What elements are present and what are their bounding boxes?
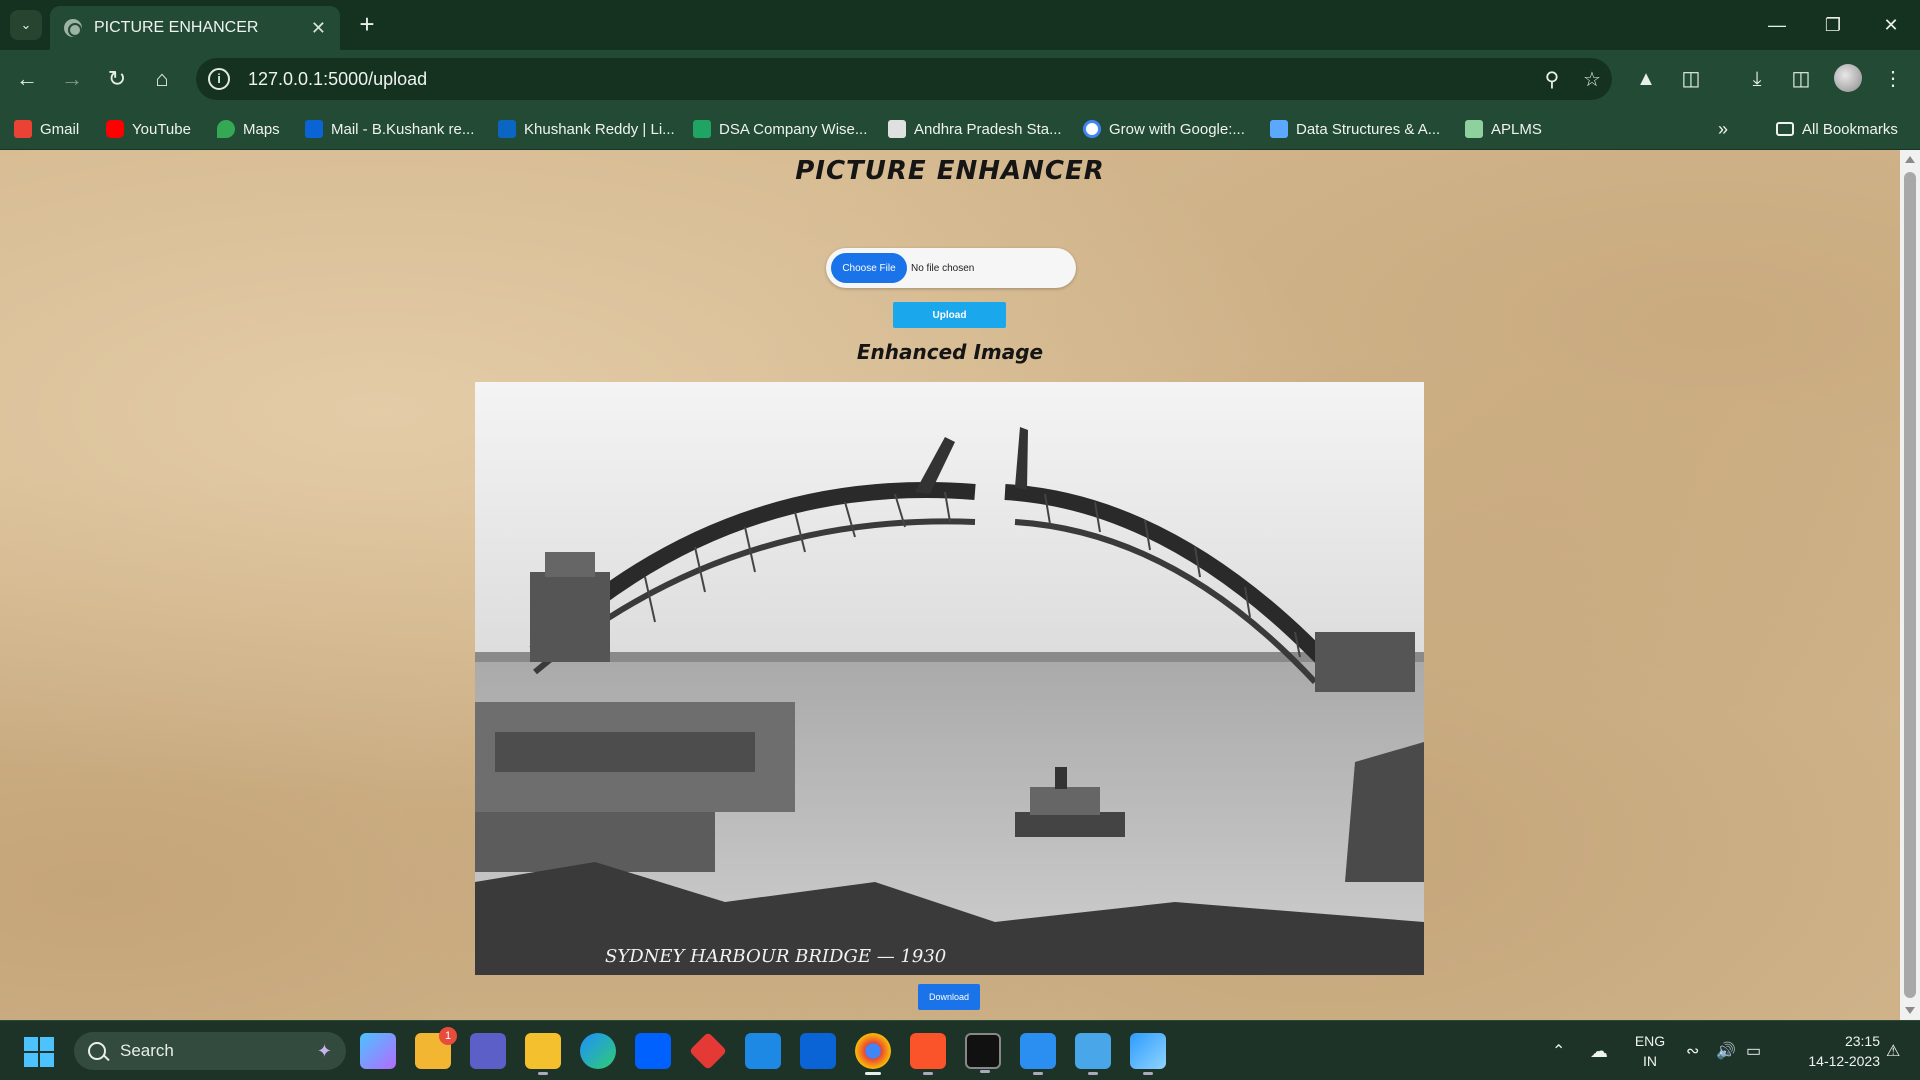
zoom-icon[interactable]: ⚲: [1532, 67, 1572, 92]
search-icon: [88, 1042, 106, 1060]
bookmark-grow-google[interactable]: Grow with Google:...: [1083, 117, 1245, 141]
side-panel-icon[interactable]: ◫: [1784, 62, 1818, 96]
maps-icon: [217, 120, 235, 138]
bookmark-aplms[interactable]: APLMS: [1465, 117, 1542, 141]
copilot-icon[interactable]: [360, 1033, 396, 1069]
restore-button[interactable]: ❐: [1808, 8, 1858, 42]
notification-badge: 1: [439, 1027, 457, 1045]
udemy-icon: [1270, 120, 1288, 138]
tab-search-button[interactable]: ⌄: [10, 10, 42, 40]
google-icon: [1083, 120, 1101, 138]
scroll-down-icon[interactable]: [1905, 1007, 1915, 1014]
bookmark-mail[interactable]: Mail - B.Kushank re...: [305, 117, 474, 141]
scroll-up-icon[interactable]: [1905, 156, 1915, 163]
forward-button[interactable]: →: [55, 62, 89, 96]
close-tab-icon[interactable]: ✕: [311, 18, 326, 39]
notifications-icon[interactable]: ⚠: [1886, 1021, 1900, 1080]
reload-button[interactable]: ↻: [100, 62, 134, 96]
taskbar-search[interactable]: Search ✦: [74, 1032, 346, 1070]
edge-icon[interactable]: [580, 1033, 616, 1069]
url-text: 127.0.0.1:5000/upload: [248, 68, 428, 89]
all-bookmarks-button[interactable]: All Bookmarks: [1776, 117, 1898, 141]
store-icon[interactable]: [800, 1033, 836, 1069]
photos-icon[interactable]: [1130, 1033, 1166, 1075]
dropbox-icon[interactable]: [635, 1033, 671, 1069]
browser-toolbar: ← → ↻ ⌂ i 127.0.0.1:5000/upload ⚲ ☆ ▲ ◫ …: [0, 50, 1920, 108]
download-button[interactable]: Download: [918, 984, 980, 1010]
scrollbar-thumb[interactable]: [1904, 172, 1916, 998]
enhanced-image: SYDNEY HARBOUR BRIDGE — 1930: [475, 382, 1424, 975]
upload-button[interactable]: Upload: [893, 302, 1006, 328]
tab-title: PICTURE ENHANCER: [94, 19, 259, 36]
address-bar[interactable]: i 127.0.0.1:5000/upload ⚲ ☆: [196, 58, 1612, 100]
mail-icon[interactable]: [745, 1033, 781, 1069]
sheets-icon: [693, 120, 711, 138]
page-content: PICTURE ENHANCER Choose File No file cho…: [0, 150, 1900, 1020]
globe-icon: [64, 19, 82, 37]
bookmarks-bar: Gmail YouTube Maps Mail - B.Kushank re..…: [0, 108, 1920, 150]
gmail-icon: [14, 120, 32, 138]
clock[interactable]: 23:15 14-12-2023: [1780, 1031, 1880, 1071]
chrome-icon[interactable]: [855, 1033, 891, 1075]
bookmark-data-structures[interactable]: Data Structures & A...: [1270, 117, 1440, 141]
onedrive-icon[interactable]: ☁: [1590, 1021, 1608, 1080]
vscode-icon[interactable]: [1020, 1033, 1056, 1075]
browser-tab[interactable]: PICTURE ENHANCER ✕: [50, 6, 340, 50]
more-bookmarks-chevron-icon[interactable]: »: [1718, 117, 1728, 141]
outlook-icon: [305, 120, 323, 138]
image-watermark: SYDNEY HARBOUR BRIDGE — 1930: [605, 946, 946, 967]
app-diamond-icon[interactable]: [688, 1031, 728, 1071]
language-indicator[interactable]: ENG IN: [1630, 1031, 1670, 1071]
linkedin-icon: [498, 120, 516, 138]
bookmark-gmail[interactable]: Gmail: [14, 117, 79, 141]
extensions-puzzle-icon[interactable]: ◫: [1674, 62, 1708, 96]
back-button[interactable]: ←: [10, 62, 44, 96]
brave-icon[interactable]: [910, 1033, 946, 1075]
bookmark-maps[interactable]: Maps: [217, 117, 280, 141]
page-title: PICTURE ENHANCER: [795, 156, 1105, 186]
menu-kebab-icon[interactable]: ⋮: [1876, 62, 1910, 96]
tray-chevron-icon[interactable]: ⌃: [1552, 1021, 1565, 1080]
windows-start-icon[interactable]: [24, 1037, 54, 1067]
aplms-icon: [1465, 120, 1483, 138]
minimize-button[interactable]: —: [1752, 8, 1802, 42]
volume-icon[interactable]: 🔊: [1716, 1021, 1736, 1080]
notepad-icon[interactable]: [1075, 1033, 1111, 1075]
home-button[interactable]: ⌂: [145, 62, 179, 96]
taskbar: Search ✦ 1 ⌃ ☁ ENG IN ∾ 🔊 ▭ 23:15 14-12-…: [0, 1020, 1920, 1080]
enhanced-image-heading: Enhanced Image: [856, 340, 1044, 364]
teams-icon[interactable]: [470, 1033, 506, 1069]
folder-icon: [1776, 122, 1794, 136]
bookmark-andhra[interactable]: Andhra Pradesh Sta...: [888, 117, 1062, 141]
new-tab-button[interactable]: +: [352, 10, 382, 40]
bookmark-dsa-sheet[interactable]: DSA Company Wise...: [693, 117, 867, 141]
close-window-button[interactable]: ✕: [1866, 8, 1916, 42]
profile-avatar[interactable]: [1834, 64, 1862, 92]
terminal-icon[interactable]: [965, 1033, 1001, 1073]
wifi-icon[interactable]: ∾: [1686, 1021, 1699, 1080]
file-explorer-icon[interactable]: [525, 1033, 561, 1075]
downloads-icon[interactable]: ⤓: [1740, 62, 1774, 96]
extension-triangle-icon[interactable]: ▲: [1629, 62, 1663, 96]
bookmark-star-icon[interactable]: ☆: [1572, 67, 1612, 92]
battery-icon[interactable]: ▭: [1746, 1021, 1761, 1080]
page-scrollbar[interactable]: [1900, 150, 1920, 1020]
choose-file-button[interactable]: Choose File: [831, 253, 907, 283]
tab-strip: ⌄ PICTURE ENHANCER ✕ + — ❐ ✕: [0, 0, 1920, 50]
file-status-text: No file chosen: [911, 262, 975, 274]
bookmark-youtube[interactable]: YouTube: [106, 117, 191, 141]
search-highlight-icon: ✦: [316, 1040, 332, 1061]
bookmark-linkedin[interactable]: Khushank Reddy | Li...: [498, 117, 675, 141]
file-input[interactable]: Choose File No file chosen: [826, 248, 1076, 288]
image-icon: [888, 120, 906, 138]
site-info-icon[interactable]: i: [208, 68, 230, 90]
youtube-icon: [106, 120, 124, 138]
widgets-icon[interactable]: 1: [415, 1027, 457, 1069]
